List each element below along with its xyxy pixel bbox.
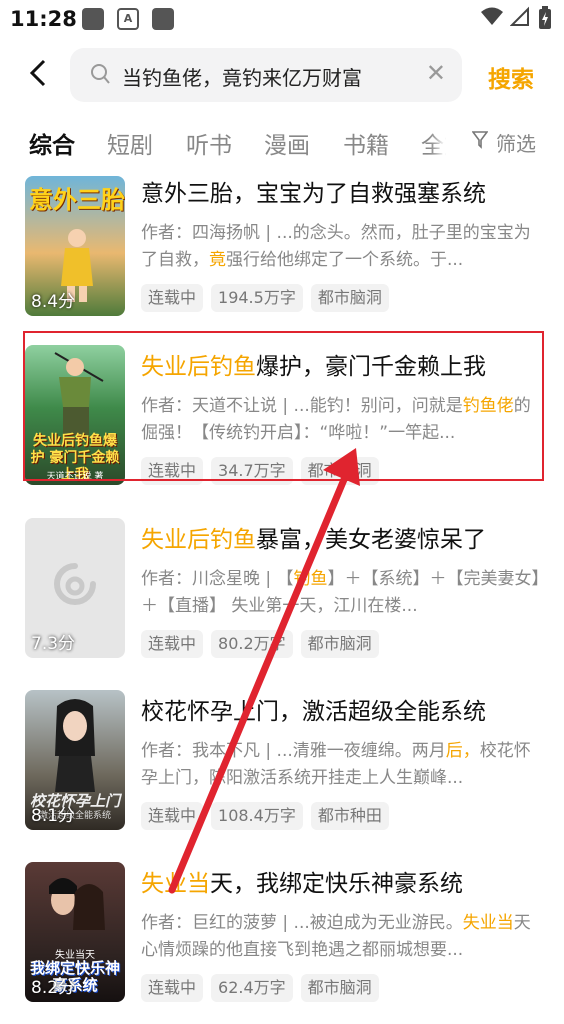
red-arrow-annotation [168, 448, 360, 894]
